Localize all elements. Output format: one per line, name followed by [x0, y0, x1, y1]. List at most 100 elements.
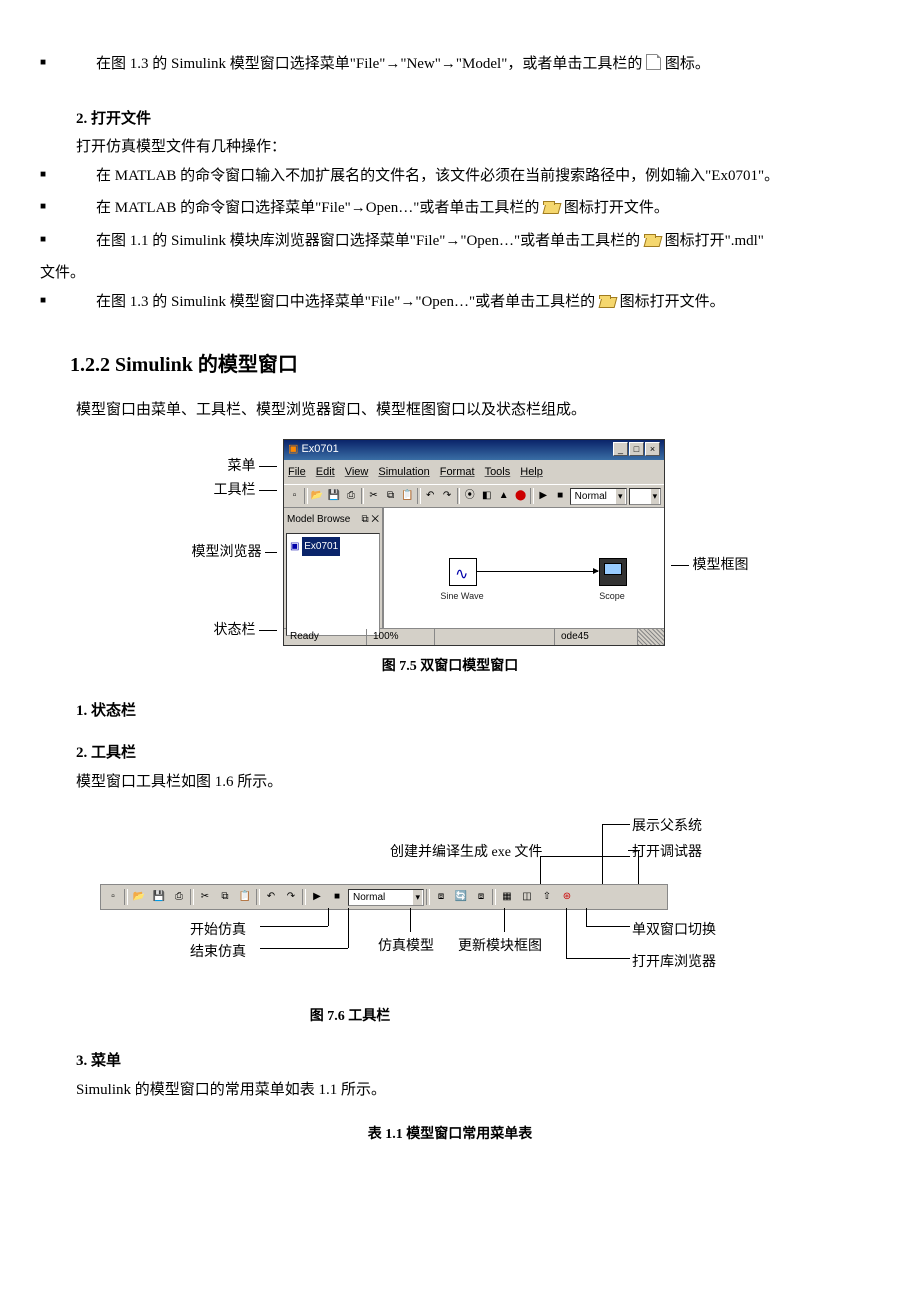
menu-format[interactable]: Format	[440, 462, 475, 483]
update-icon[interactable]: ⧈	[472, 888, 490, 906]
close-icon[interactable]: ×	[645, 442, 660, 456]
heading-number: 2.	[76, 111, 87, 127]
menu-edit[interactable]: Edit	[316, 462, 335, 483]
sim-mode-combo[interactable]: Normal	[348, 889, 424, 906]
paragraph: 打开仿真模型文件有几种操作：	[76, 133, 860, 162]
scope-block[interactable]	[599, 558, 627, 586]
build-icon[interactable]: ⧈	[432, 888, 450, 906]
dropdown-icon[interactable]	[629, 488, 662, 505]
signal-line[interactable]	[476, 571, 598, 572]
status-zoom: 100%	[367, 629, 435, 645]
bullet-text: 在图 1.1 的 Simulink 模块库浏览器窗口选择菜单"File"→"Op…	[96, 227, 764, 256]
cut-icon[interactable]: ✂	[366, 487, 381, 505]
nav-icon[interactable]: ⦿	[462, 487, 477, 505]
simulink-window: ▣ Ex0701 _□× File Edit View Simulation F…	[283, 439, 665, 647]
figure-right-label: 模型框图	[671, 553, 749, 580]
model-canvas[interactable]: Sine Wave Scope	[384, 508, 664, 628]
label-browser: 模型浏览器	[192, 545, 262, 560]
copy-icon[interactable]: ⧉	[216, 888, 234, 906]
bullet-item: ■ 在 MATLAB 的命令窗口选择菜单"File"→Open…"或者单击工具栏…	[40, 194, 860, 223]
open-file-icon	[644, 234, 661, 247]
menu-view[interactable]: View	[345, 462, 369, 483]
sim-mode-combo[interactable]: Normal	[570, 488, 627, 505]
open-icon[interactable]: 📂	[310, 487, 325, 505]
label-canvas: 模型框图	[693, 558, 749, 573]
stop-sim-icon[interactable]: ■	[553, 487, 568, 505]
callout-libbrowser: 打开库浏览器	[632, 950, 716, 977]
paste-icon[interactable]: 📋	[400, 487, 415, 505]
start-sim-icon[interactable]: ▶	[308, 888, 326, 906]
label-menu: 菜单	[228, 459, 256, 474]
callout-update: 更新模块框图	[458, 934, 542, 961]
nav-icon[interactable]: ▲	[496, 487, 511, 505]
heading-text: 状态栏	[91, 703, 136, 719]
status-ready: Ready	[284, 629, 367, 645]
label-toolbar: 工具栏	[214, 483, 256, 498]
table-caption: 表 1.1 模型窗口常用菜单表	[40, 1122, 860, 1149]
lib-browser-icon[interactable]: ▦	[498, 888, 516, 906]
menu-help[interactable]: Help	[520, 462, 543, 483]
copy-icon[interactable]: ⧉	[383, 487, 398, 505]
close-pane-icon[interactable]: ⧉ ✕	[361, 510, 379, 529]
redo-icon[interactable]: ↷	[282, 888, 300, 906]
text: 图标打开文件。	[564, 200, 669, 216]
new-file-icon	[646, 54, 661, 70]
sine-label: Sine Wave	[432, 588, 492, 605]
toolbar[interactable]: ▫ 📂 💾 ⎙ ✂ ⧉ 📋 ↶ ↷ ⦿ ◧ ▲ ⬤ ▶ ■ Normal	[284, 484, 664, 507]
resize-grip-icon[interactable]	[638, 629, 664, 645]
parent-icon[interactable]: ⇧	[538, 888, 556, 906]
debugger-icon[interactable]: ⊛	[558, 888, 576, 906]
status-solver: ode45	[555, 629, 638, 645]
new-icon[interactable]: ▫	[287, 487, 302, 505]
figure-caption: 图 7.6 工具栏	[0, 1004, 860, 1031]
bullet-text: 在 MATLAB 的命令窗口输入不加扩展名的文件名，该文件必须在当前搜索路径中，…	[96, 162, 779, 191]
menu-simulation[interactable]: Simulation	[378, 462, 429, 483]
stop-sim-icon[interactable]: ■	[328, 888, 346, 906]
callout-simmodel: 仿真模型	[378, 934, 434, 961]
bullet-text: 在 MATLAB 的命令窗口选择菜单"File"→Open…"或者单击工具栏的 …	[96, 194, 669, 223]
bullet-item: ■ 在图 1.3 的 Simulink 模型窗口中选择菜单"File"→"Ope…	[40, 288, 860, 317]
cut-icon[interactable]: ✂	[196, 888, 214, 906]
menu-file[interactable]: File	[288, 462, 306, 483]
window-controls[interactable]: _□×	[612, 439, 660, 460]
figure-left-labels: 菜单 工具栏 模型浏览器 状态栏	[192, 444, 278, 640]
section-heading: 1.2.2 Simulink 的模型窗口	[70, 346, 860, 384]
heading-text: 工具栏	[91, 745, 136, 761]
toggle-window-icon[interactable]: ◫	[518, 888, 536, 906]
paste-icon[interactable]: 📋	[236, 888, 254, 906]
model-tree[interactable]: ▣ Ex0701	[286, 533, 380, 636]
menubar[interactable]: File Edit View Simulation Format Tools H…	[284, 460, 664, 485]
undo-icon[interactable]: ↶	[423, 487, 438, 505]
bullet-continuation: 文件。	[40, 259, 860, 288]
new-icon[interactable]: ▫	[104, 888, 122, 906]
text: 在 MATLAB 的命令窗口选择菜单"File"→Open…"或者单击工具栏的	[96, 200, 539, 216]
callout-parent: 展示父系统	[632, 814, 702, 841]
label-status: 状态栏	[214, 623, 256, 638]
sine-wave-block[interactable]	[449, 558, 477, 586]
figure-7-6: 创建并编译生成 exe 文件 展示父系统 打开调试器 ▫ 📂 💾 ⎙ ✂ ⧉ 📋…	[100, 806, 780, 996]
model-browser-pane[interactable]: Model Browse ⧉ ✕ ▣ Ex0701	[284, 508, 384, 628]
print-icon[interactable]: ⎙	[344, 487, 359, 505]
window-titlebar[interactable]: ▣ Ex0701 _□×	[284, 440, 664, 460]
start-icon[interactable]: ▶	[536, 487, 551, 505]
callout-toggle: 单双窗口切换	[632, 918, 716, 945]
redo-icon[interactable]: ↷	[440, 487, 455, 505]
open-file-icon	[543, 201, 560, 214]
refresh-icon[interactable]: 🔄	[452, 888, 470, 906]
paragraph: Simulink 的模型窗口的常用菜单如表 1.1 所示。	[76, 1076, 860, 1105]
nav-icon[interactable]: ◧	[479, 487, 494, 505]
undo-icon[interactable]: ↶	[262, 888, 280, 906]
figure-7-5: 菜单 工具栏 模型浏览器 状态栏 ▣ Ex0701 _□× File Edit …	[80, 439, 860, 647]
maximize-icon[interactable]: □	[629, 442, 644, 456]
save-icon[interactable]: 💾	[327, 487, 342, 505]
menu-tools[interactable]: Tools	[485, 462, 511, 483]
paragraph: 模型窗口由菜单、工具栏、模型浏览器窗口、模型框图窗口以及状态栏组成。	[76, 396, 860, 425]
print-icon[interactable]: ⎙	[170, 888, 188, 906]
text: 图标打开".mdl"	[665, 233, 764, 249]
open-icon[interactable]: 📂	[130, 888, 148, 906]
tree-node[interactable]: Ex0701	[302, 537, 340, 556]
stop-icon[interactable]: ⬤	[513, 487, 528, 505]
toolbar-figure: ▫ 📂 💾 ⎙ ✂ ⧉ 📋 ↶ ↷ ▶ ■ Normal ⧈ 🔄 ⧈ ▦ ◫ ⇧…	[100, 884, 668, 910]
minimize-icon[interactable]: _	[613, 442, 628, 456]
save-icon[interactable]: 💾	[150, 888, 168, 906]
